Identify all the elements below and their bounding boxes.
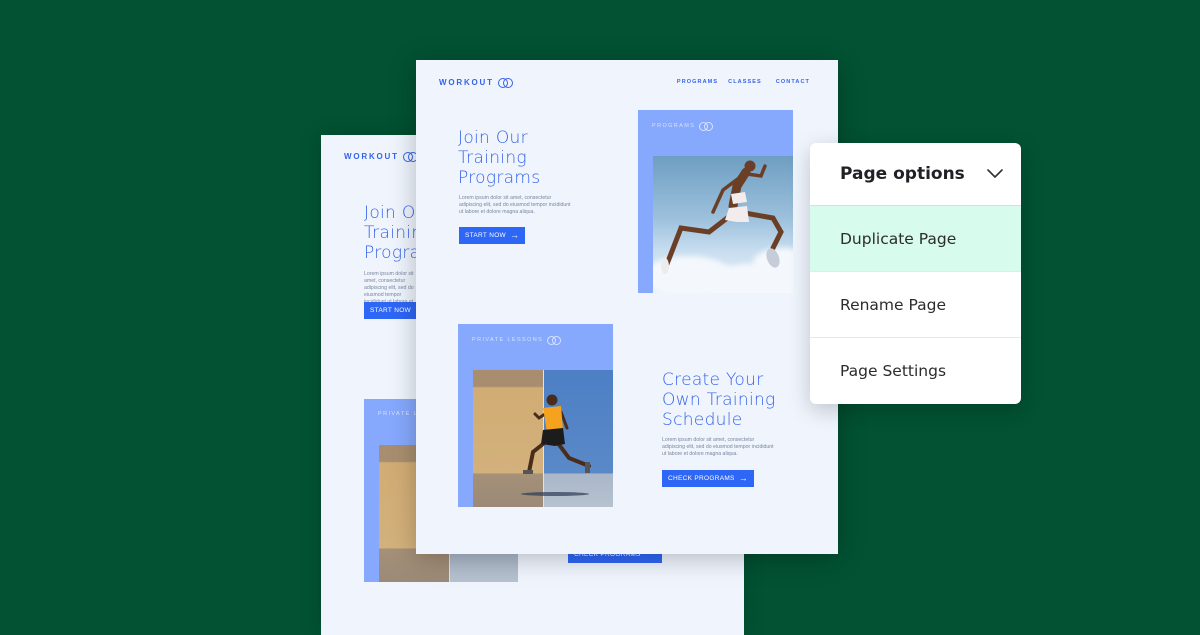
headline-line: Schedule bbox=[662, 410, 743, 430]
card-label: PRIVATE LESSONS bbox=[472, 336, 562, 345]
headline-line: Create Your bbox=[662, 370, 764, 390]
runner-figure bbox=[521, 394, 591, 496]
hero-lorem: Lorem ipsum dolor sit amet, consectetur … bbox=[459, 195, 571, 216]
menu-item-page-settings[interactable]: Page Settings bbox=[810, 338, 1021, 404]
back-start-now-button[interactable]: START NOW bbox=[364, 302, 417, 319]
headline-line: Programs bbox=[458, 168, 541, 188]
cta-label: START NOW bbox=[370, 307, 411, 314]
lorem-line: ut labore et dolore magna aliqua. bbox=[662, 451, 738, 457]
rings-icon bbox=[497, 78, 513, 88]
chevron-down-icon[interactable] bbox=[987, 169, 1003, 179]
nav-contact[interactable]: CONTACT bbox=[776, 79, 810, 85]
hero-headline: Join Our Training Programs bbox=[458, 128, 540, 188]
cta-label: START NOW bbox=[465, 232, 506, 239]
page-options-menu: Page options Duplicate Page Rename Page … bbox=[810, 143, 1021, 404]
menu-item-label: Duplicate Page bbox=[840, 229, 957, 248]
lorem-line: Lorem ipsum dolor sit amet, consectetur bbox=[459, 195, 552, 201]
arrow-right-icon: → bbox=[738, 473, 748, 483]
card-label: PROGRAMS bbox=[652, 122, 714, 131]
arrow-right-icon: → bbox=[509, 230, 520, 240]
start-now-button[interactable]: START NOW → bbox=[459, 227, 526, 244]
rings-icon bbox=[699, 122, 714, 131]
runner-figure bbox=[661, 160, 784, 274]
section2-lorem: Lorem ipsum dolor sit amet, consectetur … bbox=[662, 437, 774, 458]
private-lessons-card: PRIVATE LESSONS bbox=[458, 324, 613, 507]
sprinter-photo bbox=[473, 370, 613, 507]
top-nav: PROGRAMS CLASSES CONTACT bbox=[677, 79, 810, 85]
menu-item-duplicate-page[interactable]: Duplicate Page bbox=[810, 206, 1021, 272]
check-programs-button[interactable]: CHECK PROGRAMS → bbox=[662, 470, 754, 487]
lorem-line: adipiscing elit, sed do eiusmod tempor i… bbox=[459, 202, 571, 208]
section2-headline: Create Your Own Training Schedule bbox=[662, 370, 776, 430]
menu-item-label: Page Settings bbox=[840, 362, 947, 380]
back-logo: WORKOUT bbox=[344, 152, 418, 162]
card-label-text: PRIVATE LESSONS bbox=[472, 337, 544, 343]
nav-classes[interactable]: CLASSES bbox=[728, 79, 762, 85]
page-options-header[interactable]: Page options bbox=[810, 143, 1021, 206]
card-label-text: PROGRAMS bbox=[652, 123, 696, 129]
lorem-line: ut labore et dolore magna aliqua. bbox=[459, 209, 535, 215]
headline-line: Training bbox=[458, 148, 527, 168]
jumping-runner-photo bbox=[653, 156, 793, 293]
menu-item-label: Rename Page bbox=[840, 295, 947, 314]
menu-item-rename-page[interactable]: Rename Page bbox=[810, 272, 1021, 338]
rings-icon bbox=[402, 152, 418, 162]
headline-line: Join Our bbox=[458, 128, 528, 148]
lorem-line: adipiscing elit, sed do eiusmod tempor i… bbox=[662, 444, 774, 450]
lorem-line: Lorem ipsum dolor sit amet, consectetur bbox=[662, 437, 755, 443]
rings-icon bbox=[547, 336, 562, 345]
programs-card: PROGRAMS bbox=[638, 110, 793, 293]
front-logo: WORKOUT bbox=[439, 78, 513, 88]
nav-programs[interactable]: PROGRAMS bbox=[677, 79, 718, 85]
cta-label: CHECK PROGRAMS bbox=[668, 475, 735, 482]
front-page-preview: WORKOUT PROGRAMS CLASSES CONTACT Join Ou… bbox=[416, 60, 838, 554]
logo-text: WORKOUT bbox=[344, 152, 399, 161]
headline-line: Own Training bbox=[662, 390, 776, 410]
logo-text: WORKOUT bbox=[439, 78, 494, 87]
page-options-title: Page options bbox=[840, 164, 965, 184]
